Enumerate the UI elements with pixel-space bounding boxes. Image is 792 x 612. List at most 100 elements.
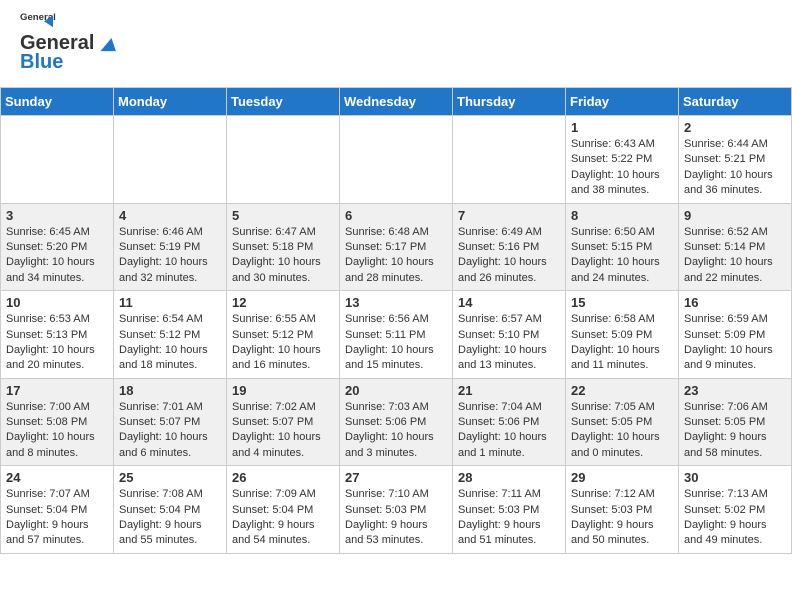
calendar-cell: 26 Sunrise: 7:09 AM Sunset: 5:04 PM Dayli…: [227, 466, 340, 554]
calendar-table: SundayMondayTuesdayWednesdayThursdayFrid…: [0, 87, 792, 554]
day-info: Sunrise: 6:49 AM Sunset: 5:16 PM Dayligh…: [458, 225, 560, 287]
day-number: 1: [571, 120, 673, 135]
day-number: 13: [345, 295, 447, 310]
day-info: Sunrise: 7:01 AM Sunset: 5:07 PM Dayligh…: [119, 400, 221, 462]
day-number: 30: [684, 470, 786, 485]
day-info: Sunrise: 7:00 AM Sunset: 5:08 PM Dayligh…: [6, 400, 108, 462]
day-info: Sunrise: 7:11 AM Sunset: 5:03 PM Dayligh…: [458, 487, 560, 549]
calendar-cell: 17 Sunrise: 7:00 AM Sunset: 5:08 PM Dayli…: [1, 378, 114, 466]
calendar-cell: 18 Sunrise: 7:01 AM Sunset: 5:07 PM Dayli…: [114, 378, 227, 466]
day-info: Sunrise: 6:53 AM Sunset: 5:13 PM Dayligh…: [6, 312, 108, 374]
day-info: Sunrise: 7:08 AM Sunset: 5:04 PM Dayligh…: [119, 487, 221, 549]
calendar-cell: 16 Sunrise: 6:59 AM Sunset: 5:09 PM Dayli…: [679, 291, 792, 379]
calendar-cell: 2 Sunrise: 6:44 AM Sunset: 5:21 PM Daylig…: [679, 116, 792, 204]
day-number: 3: [6, 208, 108, 223]
day-info: Sunrise: 6:50 AM Sunset: 5:15 PM Dayligh…: [571, 225, 673, 287]
day-number: 16: [684, 295, 786, 310]
day-number: 9: [684, 208, 786, 223]
calendar-cell: 11 Sunrise: 6:54 AM Sunset: 5:12 PM Dayli…: [114, 291, 227, 379]
day-info: Sunrise: 6:48 AM Sunset: 5:17 PM Dayligh…: [345, 225, 447, 287]
calendar-cell: [1, 116, 114, 204]
calendar-cell: 25 Sunrise: 7:08 AM Sunset: 5:04 PM Dayli…: [114, 466, 227, 554]
calendar-cell: [227, 116, 340, 204]
weekday-header-saturday: Saturday: [679, 88, 792, 116]
calendar-cell: 20 Sunrise: 7:03 AM Sunset: 5:06 PM Dayli…: [340, 378, 453, 466]
calendar-cell: 3 Sunrise: 6:45 AM Sunset: 5:20 PM Daylig…: [1, 203, 114, 291]
calendar-cell: 1 Sunrise: 6:43 AM Sunset: 5:22 PM Daylig…: [566, 116, 679, 204]
day-number: 24: [6, 470, 108, 485]
calendar-cell: 21 Sunrise: 7:04 AM Sunset: 5:06 PM Dayli…: [453, 378, 566, 466]
day-number: 8: [571, 208, 673, 223]
calendar-cell: [453, 116, 566, 204]
calendar-cell: 29 Sunrise: 7:12 AM Sunset: 5:03 PM Dayli…: [566, 466, 679, 554]
calendar-cell: 13 Sunrise: 6:56 AM Sunset: 5:11 PM Dayli…: [340, 291, 453, 379]
calendar-cell: 30 Sunrise: 7:13 AM Sunset: 5:02 PM Dayli…: [679, 466, 792, 554]
day-info: Sunrise: 6:52 AM Sunset: 5:14 PM Dayligh…: [684, 225, 786, 287]
day-info: Sunrise: 6:56 AM Sunset: 5:11 PM Dayligh…: [345, 312, 447, 374]
day-number: 26: [232, 470, 334, 485]
weekday-header-friday: Friday: [566, 88, 679, 116]
day-info: Sunrise: 7:02 AM Sunset: 5:07 PM Dayligh…: [232, 400, 334, 462]
calendar-cell: 4Sunrise: 6:46 AM Sunset: 5:19 PM Daylig…: [114, 203, 227, 291]
day-info: Sunrise: 7:06 AM Sunset: 5:05 PM Dayligh…: [684, 400, 786, 462]
calendar-cell: 19 Sunrise: 7:02 AM Sunset: 5:07 PM Dayli…: [227, 378, 340, 466]
logo-blue: Blue: [20, 51, 63, 74]
weekday-header-tuesday: Tuesday: [227, 88, 340, 116]
calendar-cell: 23 Sunrise: 7:06 AM Sunset: 5:05 PM Dayli…: [679, 378, 792, 466]
day-info: Sunrise: 7:09 AM Sunset: 5:04 PM Dayligh…: [232, 487, 334, 549]
day-number: 22: [571, 383, 673, 398]
day-number: 18: [119, 383, 221, 398]
day-info: Sunrise: 7:07 AM Sunset: 5:04 PM Dayligh…: [6, 487, 108, 549]
day-number: 27: [345, 470, 447, 485]
day-info: Sunrise: 6:43 AM Sunset: 5:22 PM Dayligh…: [571, 137, 673, 199]
calendar-cell: [114, 116, 227, 204]
calendar-cell: 14 Sunrise: 6:57 AM Sunset: 5:10 PM Dayli…: [453, 291, 566, 379]
day-number: 14: [458, 295, 560, 310]
day-info: Sunrise: 6:57 AM Sunset: 5:10 PM Dayligh…: [458, 312, 560, 374]
day-info: Sunrise: 6:44 AM Sunset: 5:21 PM Dayligh…: [684, 137, 786, 199]
day-info: Sunrise: 7:04 AM Sunset: 5:06 PM Dayligh…: [458, 400, 560, 462]
calendar-cell: 8 Sunrise: 6:50 AM Sunset: 5:15 PM Daylig…: [566, 203, 679, 291]
day-number: 15: [571, 295, 673, 310]
day-info: Sunrise: 6:58 AM Sunset: 5:09 PM Dayligh…: [571, 312, 673, 374]
day-number: 7: [458, 208, 560, 223]
day-number: 20: [345, 383, 447, 398]
day-number: 29: [571, 470, 673, 485]
day-number: 11: [119, 295, 221, 310]
logo: General General Blue: [20, 10, 118, 74]
calendar-cell: [340, 116, 453, 204]
weekday-header-monday: Monday: [114, 88, 227, 116]
calendar-cell: 27 Sunrise: 7:10 AM Sunset: 5:03 PM Dayli…: [340, 466, 453, 554]
day-number: 21: [458, 383, 560, 398]
weekday-header-thursday: Thursday: [453, 88, 566, 116]
day-number: 2: [684, 120, 786, 135]
calendar-cell: 9 Sunrise: 6:52 AM Sunset: 5:14 PM Daylig…: [679, 203, 792, 291]
day-info: Sunrise: 6:55 AM Sunset: 5:12 PM Dayligh…: [232, 312, 334, 374]
day-info: Sunrise: 7:10 AM Sunset: 5:03 PM Dayligh…: [345, 487, 447, 549]
calendar-cell: 12 Sunrise: 6:55 AM Sunset: 5:12 PM Dayli…: [227, 291, 340, 379]
calendar-cell: 15 Sunrise: 6:58 AM Sunset: 5:09 PM Dayli…: [566, 291, 679, 379]
day-info: Sunrise: 6:47 AM Sunset: 5:18 PM Dayligh…: [232, 225, 334, 287]
day-number: 19: [232, 383, 334, 398]
day-info: Sunrise: 7:03 AM Sunset: 5:06 PM Dayligh…: [345, 400, 447, 462]
calendar-cell: 6 Sunrise: 6:48 AM Sunset: 5:17 PM Daylig…: [340, 203, 453, 291]
day-info: Sunrise: 7:13 AM Sunset: 5:02 PM Dayligh…: [684, 487, 786, 549]
day-info: Sunrise: 7:05 AM Sunset: 5:05 PM Dayligh…: [571, 400, 673, 462]
calendar-cell: 22 Sunrise: 7:05 AM Sunset: 5:05 PM Dayli…: [566, 378, 679, 466]
weekday-header-sunday: Sunday: [1, 88, 114, 116]
calendar-cell: 10Sunrise: 6:53 AM Sunset: 5:13 PM Dayli…: [1, 291, 114, 379]
day-number: 23: [684, 383, 786, 398]
day-info: Sunrise: 7:12 AM Sunset: 5:03 PM Dayligh…: [571, 487, 673, 549]
calendar-cell: 7 Sunrise: 6:49 AM Sunset: 5:16 PM Daylig…: [453, 203, 566, 291]
day-info: Sunrise: 6:54 AM Sunset: 5:12 PM Dayligh…: [119, 312, 221, 374]
page-header: General General Blue: [0, 0, 792, 79]
day-number: 6: [345, 208, 447, 223]
day-number: 17: [6, 383, 108, 398]
day-number: 5: [232, 208, 334, 223]
day-number: 25: [119, 470, 221, 485]
day-info: Sunrise: 6:45 AM Sunset: 5:20 PM Dayligh…: [6, 225, 108, 287]
day-info: Sunrise: 6:46 AM Sunset: 5:19 PM Dayligh…: [119, 225, 221, 287]
day-info: Sunrise: 6:59 AM Sunset: 5:09 PM Dayligh…: [684, 312, 786, 374]
day-number: 12: [232, 295, 334, 310]
weekday-header-wednesday: Wednesday: [340, 88, 453, 116]
